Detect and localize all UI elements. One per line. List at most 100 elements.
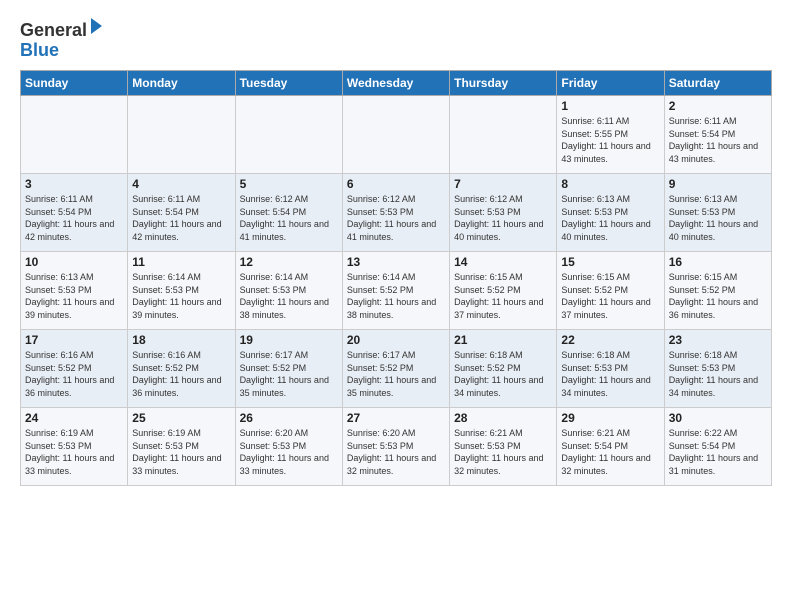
day-info: Sunrise: 6:21 AM Sunset: 5:54 PM Dayligh… <box>561 427 659 477</box>
day-header-friday: Friday <box>557 71 664 96</box>
day-number: 8 <box>561 177 659 191</box>
week-row-4: 17 Sunrise: 6:16 AM Sunset: 5:52 PM Dayli… <box>21 330 772 408</box>
day-number: 26 <box>240 411 338 425</box>
day-info: Sunrise: 6:17 AM Sunset: 5:52 PM Dayligh… <box>347 349 445 399</box>
day-header-saturday: Saturday <box>664 71 771 96</box>
day-number: 3 <box>25 177 123 191</box>
day-cell: 15 Sunrise: 6:15 AM Sunset: 5:52 PM Dayli… <box>557 252 664 330</box>
day-cell: 7 Sunrise: 6:12 AM Sunset: 5:53 PM Daylig… <box>450 174 557 252</box>
day-cell: 16 Sunrise: 6:15 AM Sunset: 5:52 PM Dayli… <box>664 252 771 330</box>
day-cell: 29 Sunrise: 6:21 AM Sunset: 5:54 PM Dayli… <box>557 408 664 486</box>
day-cell: 5 Sunrise: 6:12 AM Sunset: 5:54 PM Daylig… <box>235 174 342 252</box>
day-number: 22 <box>561 333 659 347</box>
day-cell: 25Sunrise: 6:19 AM Sunset: 5:53 PM Dayli… <box>128 408 235 486</box>
day-info: Sunrise: 6:16 AM Sunset: 5:52 PM Dayligh… <box>25 349 123 399</box>
day-number: 29 <box>561 411 659 425</box>
calendar-table: SundayMondayTuesdayWednesdayThursdayFrid… <box>20 70 772 486</box>
day-info: Sunrise: 6:12 AM Sunset: 5:54 PM Dayligh… <box>240 193 338 243</box>
day-cell: 22 Sunrise: 6:18 AM Sunset: 5:53 PM Dayli… <box>557 330 664 408</box>
day-cell: 17 Sunrise: 6:16 AM Sunset: 5:52 PM Dayli… <box>21 330 128 408</box>
day-info: Sunrise: 6:12 AM Sunset: 5:53 PM Dayligh… <box>454 193 552 243</box>
day-number: 12 <box>240 255 338 269</box>
day-info: Sunrise: 6:22 AM Sunset: 5:54 PM Dayligh… <box>669 427 767 477</box>
day-info: Sunrise: 6:20 AM Sunset: 5:53 PM Dayligh… <box>240 427 338 477</box>
day-cell: 1 Sunrise: 6:11 AM Sunset: 5:55 PM Daylig… <box>557 96 664 174</box>
day-info: Sunrise: 6:16 AM Sunset: 5:52 PM Dayligh… <box>132 349 230 399</box>
day-cell: 26 Sunrise: 6:20 AM Sunset: 5:53 PM Dayli… <box>235 408 342 486</box>
day-number: 15 <box>561 255 659 269</box>
day-info: Sunrise: 6:15 AM Sunset: 5:52 PM Dayligh… <box>669 271 767 321</box>
day-number: 24 <box>25 411 123 425</box>
day-cell: 27 Sunrise: 6:20 AM Sunset: 5:53 PM Dayli… <box>342 408 449 486</box>
day-info: Sunrise: 6:11 AM Sunset: 5:54 PM Dayligh… <box>25 193 123 243</box>
day-cell: 9 Sunrise: 6:13 AM Sunset: 5:53 PM Daylig… <box>664 174 771 252</box>
day-info: Sunrise: 6:18 AM Sunset: 5:53 PM Dayligh… <box>561 349 659 399</box>
day-header-tuesday: Tuesday <box>235 71 342 96</box>
day-cell: 23 Sunrise: 6:18 AM Sunset: 5:53 PM Dayli… <box>664 330 771 408</box>
day-number: 5 <box>240 177 338 191</box>
day-cell: 4 Sunrise: 6:11 AM Sunset: 5:54 PM Daylig… <box>128 174 235 252</box>
day-number: 30 <box>669 411 767 425</box>
day-info: Sunrise: 6:11 AM Sunset: 5:55 PM Dayligh… <box>561 115 659 165</box>
day-info: Sunrise: 6:11 AM Sunset: 5:54 PM Dayligh… <box>669 115 767 165</box>
week-row-5: 24 Sunrise: 6:19 AM Sunset: 5:53 PM Dayli… <box>21 408 772 486</box>
day-cell: 28 Sunrise: 6:21 AM Sunset: 5:53 PM Dayli… <box>450 408 557 486</box>
day-number: 16 <box>669 255 767 269</box>
day-cell: 8 Sunrise: 6:13 AM Sunset: 5:53 PM Daylig… <box>557 174 664 252</box>
day-cell: 10Sunrise: 6:13 AM Sunset: 5:53 PM Dayli… <box>21 252 128 330</box>
day-header-wednesday: Wednesday <box>342 71 449 96</box>
day-cell: 19 Sunrise: 6:17 AM Sunset: 5:52 PM Dayli… <box>235 330 342 408</box>
day-info: Sunrise: 6:14 AM Sunset: 5:53 PM Dayligh… <box>132 271 230 321</box>
day-info: Sunrise: 6:14 AM Sunset: 5:53 PM Dayligh… <box>240 271 338 321</box>
day-cell: 18 Sunrise: 6:16 AM Sunset: 5:52 PM Dayli… <box>128 330 235 408</box>
day-number: 23 <box>669 333 767 347</box>
day-cell <box>128 96 235 174</box>
svg-text:Blue: Blue <box>20 40 59 60</box>
calendar-body: 1 Sunrise: 6:11 AM Sunset: 5:55 PM Daylig… <box>21 96 772 486</box>
day-number: 7 <box>454 177 552 191</box>
day-cell <box>235 96 342 174</box>
day-info: Sunrise: 6:13 AM Sunset: 5:53 PM Dayligh… <box>669 193 767 243</box>
day-info: Sunrise: 6:17 AM Sunset: 5:52 PM Dayligh… <box>240 349 338 399</box>
day-info: Sunrise: 6:14 AM Sunset: 5:52 PM Dayligh… <box>347 271 445 321</box>
day-number: 6 <box>347 177 445 191</box>
day-info: Sunrise: 6:19 AM Sunset: 5:53 PM Dayligh… <box>25 427 123 477</box>
day-info: Sunrise: 6:11 AM Sunset: 5:54 PM Dayligh… <box>132 193 230 243</box>
day-number: 9 <box>669 177 767 191</box>
day-number: 18 <box>132 333 230 347</box>
day-info: Sunrise: 6:15 AM Sunset: 5:52 PM Dayligh… <box>561 271 659 321</box>
day-info: Sunrise: 6:12 AM Sunset: 5:53 PM Dayligh… <box>347 193 445 243</box>
day-number: 4 <box>132 177 230 191</box>
day-cell: 21 Sunrise: 6:18 AM Sunset: 5:52 PM Dayli… <box>450 330 557 408</box>
day-info: Sunrise: 6:18 AM Sunset: 5:53 PM Dayligh… <box>669 349 767 399</box>
day-number: 14 <box>454 255 552 269</box>
day-number: 20 <box>347 333 445 347</box>
day-number: 17 <box>25 333 123 347</box>
day-cell: 11 Sunrise: 6:14 AM Sunset: 5:53 PM Dayli… <box>128 252 235 330</box>
day-info: Sunrise: 6:15 AM Sunset: 5:52 PM Dayligh… <box>454 271 552 321</box>
day-number: 21 <box>454 333 552 347</box>
day-number: 19 <box>240 333 338 347</box>
day-cell: 6 Sunrise: 6:12 AM Sunset: 5:53 PM Daylig… <box>342 174 449 252</box>
day-info: Sunrise: 6:13 AM Sunset: 5:53 PM Dayligh… <box>561 193 659 243</box>
day-cell: 3 Sunrise: 6:11 AM Sunset: 5:54 PM Daylig… <box>21 174 128 252</box>
week-row-2: 3 Sunrise: 6:11 AM Sunset: 5:54 PM Daylig… <box>21 174 772 252</box>
day-info: Sunrise: 6:13 AM Sunset: 5:53 PM Dayligh… <box>25 271 123 321</box>
page: GeneralBlue SundayMondayTuesdayWednesday… <box>0 0 792 496</box>
day-info: Sunrise: 6:18 AM Sunset: 5:52 PM Dayligh… <box>454 349 552 399</box>
day-info: Sunrise: 6:20 AM Sunset: 5:53 PM Dayligh… <box>347 427 445 477</box>
day-cell: 24 Sunrise: 6:19 AM Sunset: 5:53 PM Dayli… <box>21 408 128 486</box>
header-row: SundayMondayTuesdayWednesdayThursdayFrid… <box>21 71 772 96</box>
day-number: 28 <box>454 411 552 425</box>
header: GeneralBlue <box>20 16 772 64</box>
day-cell <box>450 96 557 174</box>
day-number: 13 <box>347 255 445 269</box>
day-number: 1 <box>561 99 659 113</box>
day-number: 27 <box>347 411 445 425</box>
day-info: Sunrise: 6:21 AM Sunset: 5:53 PM Dayligh… <box>454 427 552 477</box>
day-cell: 12 Sunrise: 6:14 AM Sunset: 5:53 PM Dayli… <box>235 252 342 330</box>
day-number: 11 <box>132 255 230 269</box>
day-cell: 13 Sunrise: 6:14 AM Sunset: 5:52 PM Dayli… <box>342 252 449 330</box>
day-header-monday: Monday <box>128 71 235 96</box>
day-number: 2 <box>669 99 767 113</box>
